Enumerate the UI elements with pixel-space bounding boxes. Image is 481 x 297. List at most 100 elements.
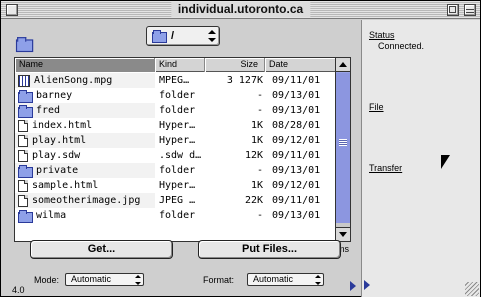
- file-name: barney: [36, 90, 73, 101]
- file-date: 09/13/01: [272, 210, 321, 221]
- file-date: 09/13/01: [272, 90, 321, 101]
- format-select[interactable]: Automatic: [247, 273, 324, 286]
- file-date: 09/11/01: [272, 195, 321, 206]
- scroll-down-arrow-icon[interactable]: [336, 227, 350, 241]
- file-size: -: [256, 105, 263, 116]
- movie-icon: [18, 74, 30, 87]
- file-row[interactable]: play.html Hyper… 1K 09/12/01: [15, 133, 336, 148]
- file-size: -: [256, 210, 263, 221]
- resize-grip[interactable]: [465, 282, 479, 296]
- file-size: 1K: [250, 180, 263, 191]
- file-name: wilma: [36, 210, 67, 221]
- file-size: -: [256, 165, 263, 176]
- file-kind: folder: [159, 105, 196, 116]
- browser-pane: / Name Kind Size Date AlienSong.mpg MPEG……: [4, 21, 359, 296]
- ftp-window: individual.utoronto.ca / Name Kind Size …: [0, 0, 481, 297]
- folder-icon: [152, 30, 167, 43]
- transfer-heading: Transfer: [369, 163, 403, 173]
- file-name: play.sdw: [32, 150, 81, 161]
- file-date: 09/11/01: [272, 75, 321, 86]
- status-text: Connected.: [378, 41, 425, 51]
- zoom-box[interactable]: [447, 4, 459, 16]
- popup-arrows-icon: [315, 275, 321, 285]
- folder-icon: [18, 164, 33, 178]
- file-size: 12K: [244, 150, 263, 161]
- close-box[interactable]: [6, 4, 18, 16]
- file-kind: MPEG…: [159, 75, 190, 86]
- file-date: 08/28/01: [272, 120, 321, 131]
- file-name: AlienSong.mpg: [34, 75, 113, 86]
- file-list[interactable]: Name Kind Size Date AlienSong.mpg MPEG… 3 …: [14, 57, 351, 242]
- file-row[interactable]: sample.html Hyper… 1K 09/12/01: [15, 178, 336, 193]
- file-date: 09/13/01: [272, 105, 321, 116]
- file-name: fred: [36, 105, 61, 116]
- collapse-triangle-icon[interactable]: [364, 280, 370, 290]
- file-heading: File: [369, 102, 384, 112]
- expand-triangle-icon[interactable]: [350, 281, 356, 291]
- file-name: sample.html: [32, 180, 99, 191]
- status-heading: Status: [369, 30, 395, 40]
- file-row[interactable]: index.html Hyper… 1K 08/28/01: [15, 118, 336, 133]
- mode-select[interactable]: Automatic: [65, 273, 144, 286]
- file-size: 22K: [244, 195, 263, 206]
- document-icon: [18, 134, 28, 147]
- file-name: private: [36, 165, 79, 176]
- column-date[interactable]: Date: [265, 58, 336, 72]
- file-name: someotherimage.jpg: [32, 195, 141, 206]
- file-row[interactable]: AlienSong.mpg MPEG… 3 127K 09/11/01: [15, 73, 336, 88]
- file-kind: JPEG …: [159, 195, 196, 206]
- vertical-scrollbar[interactable]: [335, 58, 350, 241]
- file-size: -: [256, 90, 263, 101]
- column-name[interactable]: Name: [15, 58, 155, 72]
- folder-icon: [18, 104, 33, 118]
- file-row[interactable]: private folder -09/13/01: [15, 163, 336, 178]
- file-rows: AlienSong.mpg MPEG… 3 127K 09/11/01 barney f…: [15, 73, 336, 223]
- file-date: 09/11/01: [272, 150, 321, 161]
- get-button[interactable]: Get...: [30, 240, 173, 259]
- mode-value: Automatic: [71, 274, 112, 284]
- file-kind: Hyper…: [159, 135, 196, 146]
- column-kind[interactable]: Kind: [155, 58, 205, 72]
- document-icon: [18, 179, 28, 192]
- file-row[interactable]: fred folder -09/13/01: [15, 103, 336, 118]
- popup-arrows-icon: [135, 275, 141, 285]
- file-kind: Hyper…: [159, 120, 196, 131]
- scroll-up-arrow-icon[interactable]: [336, 58, 350, 72]
- scroll-thumb[interactable]: [336, 73, 350, 223]
- title-bar[interactable]: individual.utoronto.ca: [1, 1, 480, 19]
- info-drawer: Status Connected. File Transfer: [361, 20, 480, 297]
- file-kind: .sdw d…: [159, 150, 202, 161]
- file-kind: folder: [159, 90, 196, 101]
- file-row[interactable]: someotherimage.jpg JPEG … 22K 09/11/01: [15, 193, 336, 208]
- format-value: Automatic: [253, 274, 294, 284]
- file-row[interactable]: barney folder -09/13/01: [15, 88, 336, 103]
- image-file-icon: [18, 194, 28, 207]
- file-row[interactable]: wilma folder -09/13/01: [15, 208, 336, 223]
- mode-label: Mode:: [34, 275, 60, 285]
- window-title: individual.utoronto.ca: [170, 2, 311, 17]
- file-row[interactable]: play.sdw .sdw d… 12K 09/11/01: [15, 148, 336, 163]
- path-text: /: [171, 30, 175, 42]
- document-icon: [18, 119, 28, 132]
- file-kind: folder: [159, 165, 196, 176]
- file-date: 09/13/01: [272, 165, 321, 176]
- put-files-button[interactable]: Put Files...: [198, 240, 341, 259]
- popup-arrows-icon: [208, 30, 216, 42]
- folder-icon: [18, 89, 33, 103]
- column-size[interactable]: Size: [205, 58, 265, 72]
- file-kind: Hyper…: [159, 180, 196, 191]
- file-size: 3 127K: [226, 75, 263, 86]
- column-header: Name Kind Size Date: [15, 58, 336, 72]
- file-kind: folder: [159, 210, 196, 221]
- format-label: Format:: [203, 275, 235, 285]
- file-size: 1K: [250, 120, 263, 131]
- file-date: 09/12/01: [272, 180, 321, 191]
- path-popup[interactable]: /: [146, 26, 220, 46]
- folder-icon[interactable]: [15, 37, 34, 53]
- file-size: 1K: [250, 135, 263, 146]
- version-label: 4.0: [12, 285, 25, 295]
- file-date: 09/12/01: [272, 135, 321, 146]
- collapse-box[interactable]: [464, 4, 476, 16]
- document-icon: [18, 149, 28, 162]
- folder-icon: [18, 209, 33, 223]
